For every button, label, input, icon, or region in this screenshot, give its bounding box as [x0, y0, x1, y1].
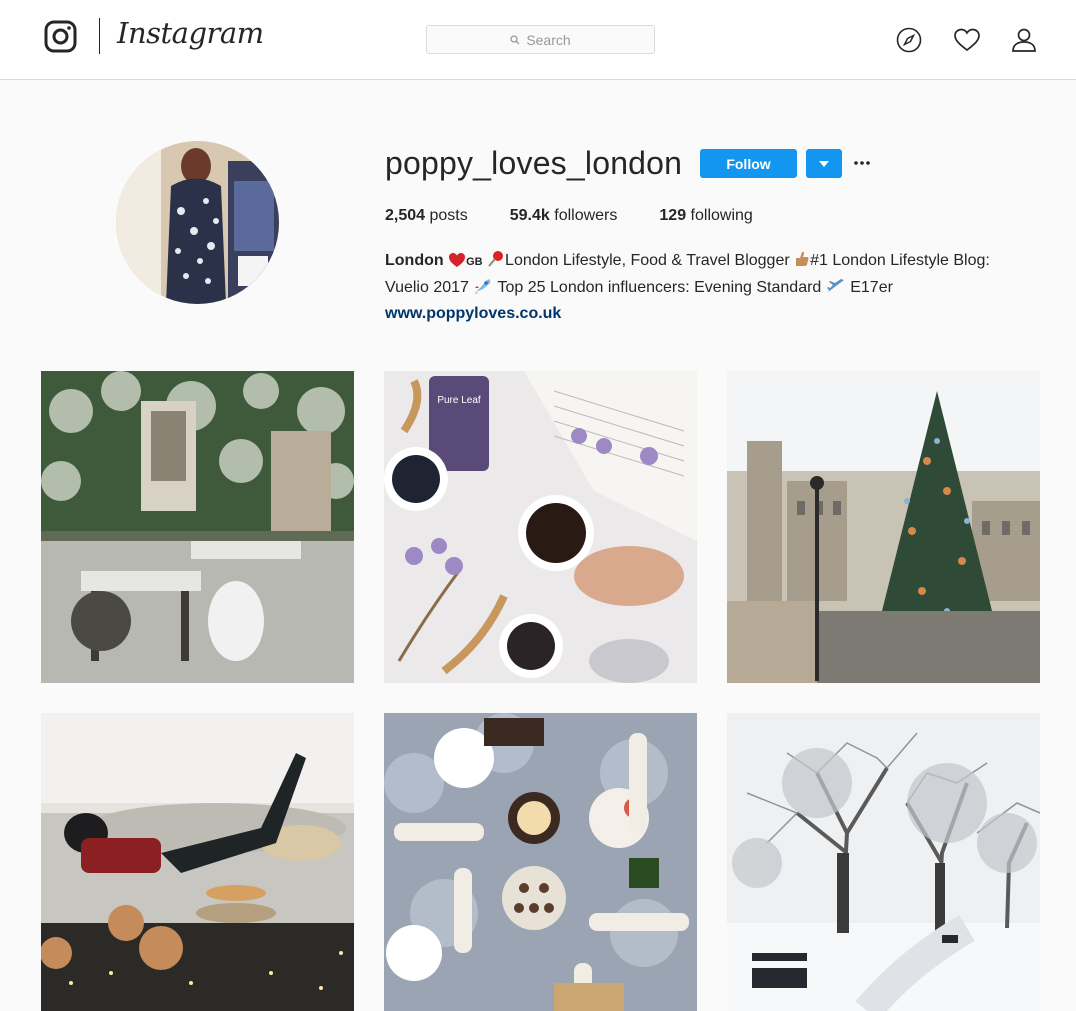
rocket-emoji-icon — [475, 279, 491, 294]
search-placeholder: Search — [526, 31, 571, 48]
post-image-4 — [41, 713, 354, 1011]
following-count[interactable]: 129 following — [659, 207, 752, 225]
profile-avatar[interactable] — [116, 141, 279, 304]
thumbs-up-emoji-icon — [796, 251, 809, 266]
posts-count: 2,504 posts — [385, 207, 468, 224]
post-image-5 — [384, 713, 697, 1011]
instagram-logo-icon[interactable] — [44, 20, 77, 53]
post-thumbnail-2[interactable]: Pure Leaf — [384, 371, 697, 683]
post-image-3 — [727, 371, 1040, 683]
bio-line-1: London Lifestyle, Food & Travel Blogger — [505, 252, 790, 269]
post-thumbnail-6[interactable] — [727, 713, 1040, 1011]
post-thumbnail-5[interactable] — [384, 713, 697, 1011]
post-thumbnail-1[interactable] — [41, 371, 354, 683]
instagram-wordmark[interactable]: Instagram — [117, 16, 264, 50]
ellipsis-icon — [854, 161, 870, 165]
post-thumbnail-3[interactable] — [727, 371, 1040, 683]
post-thumbnail-4[interactable] — [41, 713, 354, 1011]
bottle-label: Pure Leaf — [437, 395, 481, 406]
follow-button[interactable]: Follow — [700, 149, 797, 178]
bio-flag-text: GB — [466, 256, 483, 268]
bio-line-2b: Top 25 London influencers: Evening Stand… — [497, 279, 822, 296]
search-input[interactable]: Search — [426, 25, 655, 54]
search-icon — [510, 34, 520, 44]
more-options-button[interactable] — [852, 153, 872, 173]
caret-down-icon — [819, 160, 829, 167]
bio-website-link[interactable]: www.poppyloves.co.uk — [385, 301, 1045, 327]
profile-bio: London GB London Lifestyle, Food & Trave… — [385, 248, 1045, 327]
airplane-emoji-icon — [826, 279, 844, 292]
pushpin-emoji-icon — [488, 251, 504, 267]
bio-line-1b: #1 London Lifestyle Blog: — [810, 252, 990, 269]
top-navigation-bar: Instagram Search — [0, 0, 1076, 80]
post-image-6 — [727, 713, 1040, 1011]
avatar-photo — [116, 141, 279, 304]
post-image-2: Pure Leaf — [384, 371, 697, 683]
bio-line-2a: Vuelio 2017 — [385, 279, 469, 296]
post-image-1 — [41, 371, 354, 683]
profile-stats: 2,504 posts 59.4k followers 129 followin… — [385, 207, 795, 225]
followers-count[interactable]: 59.4k followers — [510, 207, 618, 225]
profile-username: poppy_loves_london — [385, 145, 683, 181]
bio-line-2c: E17er — [850, 279, 893, 296]
red-heart-emoji-icon — [449, 253, 466, 267]
suggested-accounts-dropdown-button[interactable] — [806, 149, 842, 178]
user-profile-icon[interactable] — [1010, 26, 1038, 54]
compass-icon[interactable] — [895, 26, 923, 54]
heart-icon[interactable] — [953, 26, 981, 54]
bio-full-name: London — [385, 252, 444, 269]
logo-divider — [99, 18, 100, 54]
